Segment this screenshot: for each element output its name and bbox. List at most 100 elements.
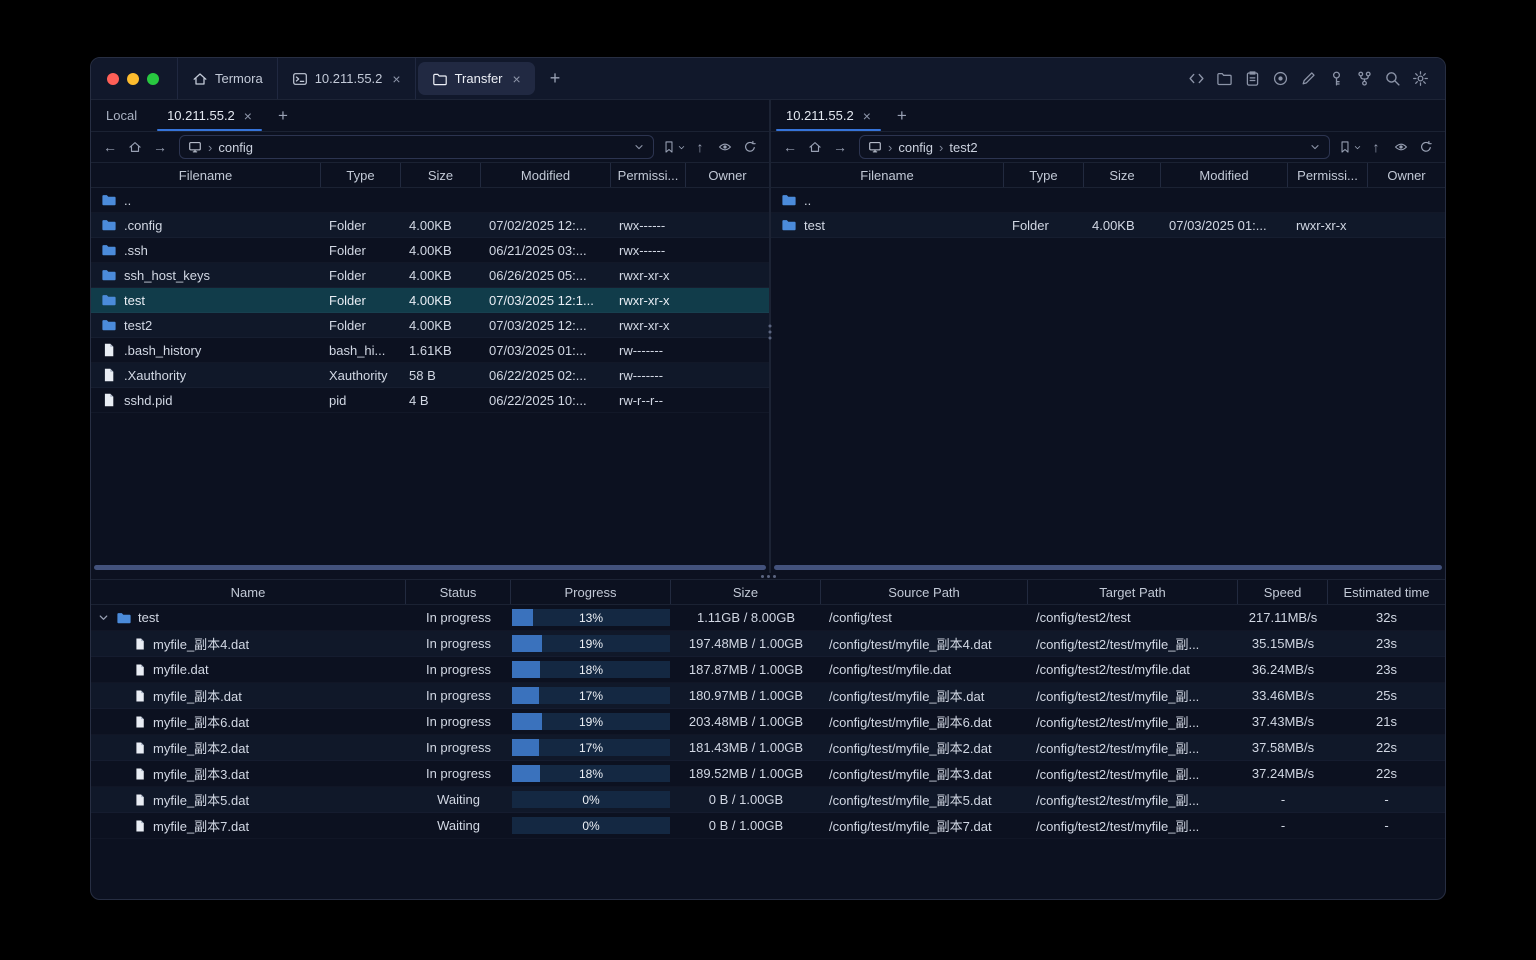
show-hidden-button[interactable]: [714, 136, 736, 158]
file-row[interactable]: ssh_host_keys Folder 4.00KB 06/26/2025 0…: [91, 263, 769, 288]
transfer-row[interactable]: myfile_副本5.dat Waiting 0% 0 B / 1.00GB /…: [91, 787, 1445, 813]
tab-host-10-211-55-2[interactable]: 10.211.55.2 ×: [278, 58, 416, 99]
column-permissions[interactable]: Permissi...: [611, 163, 686, 187]
file-name: ssh_host_keys: [124, 267, 210, 283]
column-type[interactable]: Type: [321, 163, 401, 187]
new-tab-button[interactable]: +: [537, 58, 574, 99]
bookmark-button[interactable]: [662, 136, 686, 158]
horizontal-scrollbar[interactable]: [774, 565, 1442, 570]
file-row[interactable]: .bash_history bash_hi... 1.61KB 07/03/20…: [91, 338, 769, 363]
file-row[interactable]: .config Folder 4.00KB 07/02/2025 12:... …: [91, 213, 769, 238]
path-dropdown-icon[interactable]: [633, 141, 645, 153]
close-window-button[interactable]: [107, 72, 119, 85]
column-filename[interactable]: Filename: [771, 163, 1004, 187]
column-filename[interactable]: Filename: [91, 163, 321, 187]
clipboard-icon[interactable]: [1244, 70, 1261, 87]
home-button[interactable]: [124, 136, 146, 158]
back-button[interactable]: ←: [99, 136, 121, 158]
close-tab-icon[interactable]: ×: [244, 109, 252, 123]
close-tab-icon[interactable]: ×: [863, 109, 871, 123]
column-estimated-time[interactable]: Estimated time: [1328, 580, 1445, 604]
transfer-row[interactable]: myfile_副本6.dat In progress 19% 203.48MB …: [91, 709, 1445, 735]
bookmark-button[interactable]: [1338, 136, 1362, 158]
close-tab-icon[interactable]: ×: [513, 72, 521, 86]
refresh-button[interactable]: [739, 136, 761, 158]
upload-button[interactable]: ↑: [689, 136, 711, 158]
left-panel-tab-bar: Local 10.211.55.2 × +: [91, 100, 769, 132]
column-owner[interactable]: Owner: [1368, 163, 1445, 187]
column-source-path[interactable]: Source Path: [821, 580, 1028, 604]
transfer-eta: 23s: [1376, 662, 1397, 677]
transfer-row[interactable]: myfile_副本3.dat In progress 18% 189.52MB …: [91, 761, 1445, 787]
collapse-chevron-icon[interactable]: [97, 611, 110, 624]
transfer-row[interactable]: myfile_副本.dat In progress 17% 180.97MB /…: [91, 683, 1445, 709]
record-icon[interactable]: [1272, 70, 1289, 87]
tab-remote-10-211-55-2[interactable]: 10.211.55.2 ×: [771, 100, 886, 131]
column-target-path[interactable]: Target Path: [1028, 580, 1238, 604]
zoom-window-button[interactable]: [147, 72, 159, 85]
column-speed[interactable]: Speed: [1238, 580, 1328, 604]
column-type[interactable]: Type: [1004, 163, 1084, 187]
code-icon[interactable]: [1188, 70, 1205, 87]
transfer-source-path: /config/test/myfile.dat: [829, 662, 952, 677]
column-owner[interactable]: Owner: [686, 163, 769, 187]
edit-icon[interactable]: [1300, 70, 1317, 87]
file-name-cell: test: [771, 217, 1004, 233]
crumb-segment[interactable]: config: [218, 140, 253, 155]
left-table-header: Filename Type Size Modified Permissi... …: [91, 162, 769, 188]
back-button[interactable]: ←: [779, 136, 801, 158]
left-path-bar[interactable]: › config: [179, 135, 654, 159]
transfer-eta: 22s: [1376, 766, 1397, 781]
file-row[interactable]: sshd.pid pid 4 B 06/22/2025 10:... rw-r-…: [91, 388, 769, 413]
transfer-row[interactable]: myfile_副本4.dat In progress 19% 197.48MB …: [91, 631, 1445, 657]
search-icon[interactable]: [1384, 70, 1401, 87]
transfer-name-cell: myfile_副本7.dat: [91, 816, 406, 835]
tab-remote-10-211-55-2[interactable]: 10.211.55.2 ×: [152, 100, 267, 131]
show-hidden-button[interactable]: [1390, 136, 1412, 158]
column-modified[interactable]: Modified: [1161, 163, 1288, 187]
tab-termora[interactable]: Termora: [177, 58, 278, 99]
home-button[interactable]: [804, 136, 826, 158]
forward-button[interactable]: →: [149, 136, 171, 158]
column-modified[interactable]: Modified: [481, 163, 611, 187]
settings-icon[interactable]: [1412, 70, 1429, 87]
branch-icon[interactable]: [1356, 70, 1373, 87]
crumb-segment[interactable]: config: [898, 140, 933, 155]
file-row[interactable]: test2 Folder 4.00KB 07/03/2025 12:... rw…: [91, 313, 769, 338]
file-row-selected[interactable]: test Folder 4.00KB 07/03/2025 12:1... rw…: [91, 288, 769, 313]
transfer-name: myfile_副本.dat: [153, 689, 242, 704]
transfer-row[interactable]: test In progress 13% 1.11GB / 8.00GB /co…: [91, 605, 1445, 631]
key-icon[interactable]: [1328, 70, 1345, 87]
horizontal-scrollbar[interactable]: [94, 565, 766, 570]
right-path-bar[interactable]: › config › test2: [859, 135, 1330, 159]
file-row[interactable]: ..: [91, 188, 769, 213]
column-progress[interactable]: Progress: [511, 580, 671, 604]
tab-local[interactable]: Local: [91, 100, 152, 131]
add-panel-tab-button[interactable]: +: [886, 100, 918, 131]
refresh-button[interactable]: [1415, 136, 1437, 158]
transfer-row[interactable]: myfile_副本7.dat Waiting 0% 0 B / 1.00GB /…: [91, 813, 1445, 839]
column-size[interactable]: Size: [401, 163, 481, 187]
file-name-cell: sshd.pid: [91, 392, 321, 408]
column-size[interactable]: Size: [671, 580, 821, 604]
upload-button[interactable]: ↑: [1365, 136, 1387, 158]
close-tab-icon[interactable]: ×: [392, 72, 400, 86]
column-status[interactable]: Status: [406, 580, 511, 604]
transfer-row[interactable]: myfile.dat In progress 18% 187.87MB / 1.…: [91, 657, 1445, 683]
column-permissions[interactable]: Permissi...: [1288, 163, 1368, 187]
add-panel-tab-button[interactable]: +: [267, 100, 299, 131]
file-row[interactable]: .ssh Folder 4.00KB 06/21/2025 03:... rwx…: [91, 238, 769, 263]
column-size[interactable]: Size: [1084, 163, 1161, 187]
forward-button[interactable]: →: [829, 136, 851, 158]
folder-icon[interactable]: [1216, 70, 1233, 87]
crumb-segment[interactable]: test2: [949, 140, 977, 155]
column-name[interactable]: Name: [91, 580, 406, 604]
tab-transfer[interactable]: Transfer ×: [417, 62, 535, 95]
path-dropdown-icon[interactable]: [1309, 141, 1321, 153]
minimize-window-button[interactable]: [127, 72, 139, 85]
transfer-status: In progress: [425, 688, 492, 703]
file-row[interactable]: test Folder 4.00KB 07/03/2025 01:... rwx…: [771, 213, 1445, 238]
file-row[interactable]: ..: [771, 188, 1445, 213]
file-row[interactable]: .Xauthority Xauthority 58 B 06/22/2025 0…: [91, 363, 769, 388]
transfer-row[interactable]: myfile_副本2.dat In progress 17% 181.43MB …: [91, 735, 1445, 761]
